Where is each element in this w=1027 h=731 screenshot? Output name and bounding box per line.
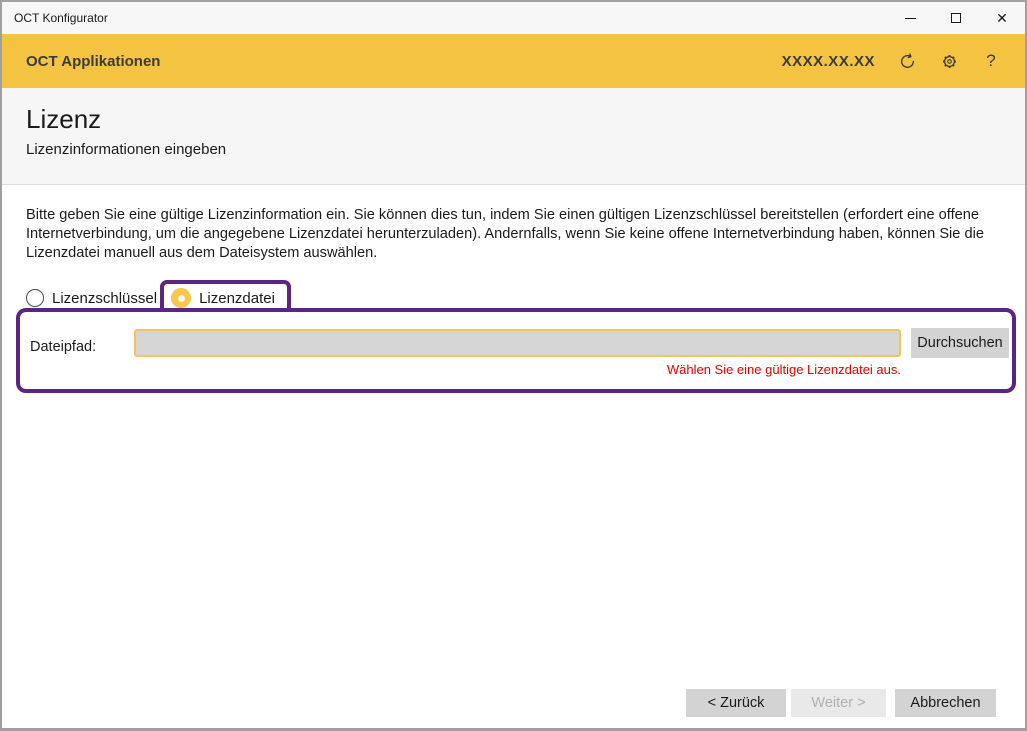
content-area: Bitte geben Sie eine gültige Lizenzinfor… — [2, 185, 1025, 731]
minimize-button[interactable] — [887, 2, 933, 34]
next-button[interactable]: Weiter > — [791, 689, 886, 717]
radio-lizenzdatei[interactable]: Lizenzdatei — [171, 288, 275, 308]
maximize-icon — [951, 13, 961, 23]
help-button[interactable]: ? — [981, 51, 1001, 71]
settings-button[interactable] — [939, 51, 959, 71]
page-title: Lizenz — [26, 104, 1001, 135]
back-button[interactable]: < Zurück — [686, 689, 786, 717]
cancel-button[interactable]: Abbrechen — [895, 689, 996, 717]
filepath-label: Dateipfad: — [30, 339, 96, 355]
version-label: XXXX.XX.XX — [782, 53, 875, 70]
window-controls: ✕ — [887, 2, 1025, 34]
question-icon: ? — [986, 51, 995, 71]
page-subtitle: Lizenzinformationen eingeben — [26, 141, 1001, 158]
header-actions: XXXX.XX.XX ? — [782, 51, 1001, 71]
radio-selected-icon — [171, 288, 191, 308]
validation-message: Wählen Sie eine gültige Lizenzdatei aus. — [134, 362, 901, 377]
maximize-button[interactable] — [933, 2, 979, 34]
app-title: OCT Applikationen — [26, 53, 160, 70]
wizard-footer: < Zurück Weiter > Abbrechen — [686, 689, 996, 717]
radio-lizenzdatei-label: Lizenzdatei — [199, 290, 275, 307]
intro-paragraph: Bitte geben Sie eine gültige Lizenzinfor… — [26, 206, 1008, 263]
browse-button[interactable]: Durchsuchen — [911, 328, 1009, 358]
filepath-panel: Dateipfad: Durchsuchen Wählen Sie eine g… — [16, 308, 1016, 393]
window-title: OCT Konfigurator — [2, 11, 108, 25]
gear-icon — [940, 52, 959, 71]
page-banner: Lizenz Lizenzinformationen eingeben — [2, 88, 1025, 185]
refresh-icon — [898, 52, 917, 71]
close-button[interactable]: ✕ — [979, 2, 1025, 34]
filepath-input[interactable] — [134, 329, 901, 357]
app-header: OCT Applikationen XXXX.XX.XX ? — [2, 34, 1025, 88]
radio-lizenzschluessel-label: Lizenzschlüssel — [52, 290, 157, 307]
radio-unselected-icon — [26, 289, 44, 307]
titlebar: OCT Konfigurator ✕ — [2, 2, 1025, 34]
refresh-button[interactable] — [897, 51, 917, 71]
app-window: OCT Konfigurator ✕ OCT Applikationen XXX… — [0, 0, 1027, 731]
minimize-icon — [905, 18, 916, 19]
close-icon: ✕ — [996, 11, 1008, 25]
radio-lizenzschluessel[interactable]: Lizenzschlüssel — [26, 289, 157, 307]
